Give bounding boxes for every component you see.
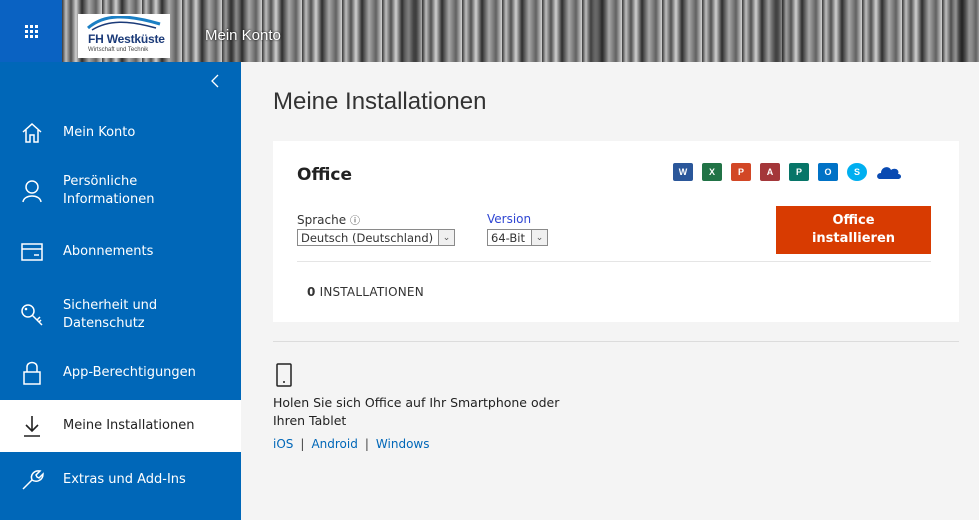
mobile-promo-text: Holen Sie sich Office auf Ihr Smartphone…: [273, 395, 560, 428]
publisher-icon: P: [789, 163, 809, 181]
sidebar-item-extras-und-add-ins[interactable]: Extras und Add-Ins: [0, 454, 241, 506]
divider: [273, 341, 959, 342]
divider: [297, 261, 931, 262]
lock-icon: [20, 361, 44, 385]
sidebar-item-mein-konto[interactable]: Mein Konto: [0, 107, 241, 159]
outlook-icon: O: [818, 163, 838, 181]
onedrive-icon: [876, 163, 902, 181]
office-card: Office W X P A P O S Sprache ⓘ Deutsch (…: [273, 141, 959, 322]
waffle-icon: [24, 24, 38, 38]
link-windows[interactable]: Windows: [376, 437, 430, 451]
sidebar-item-label: App-Berechtigungen: [63, 365, 196, 380]
key-icon: [20, 303, 44, 327]
wrench-icon: [20, 468, 44, 492]
download-icon: [20, 414, 44, 438]
language-label: Sprache ⓘ: [297, 213, 360, 227]
logo-swoosh-icon: [87, 16, 161, 31]
collapse-sidebar-button[interactable]: [203, 74, 227, 98]
sidebar-item-label: Persönliche Informationen: [63, 174, 155, 207]
install-office-button[interactable]: Office installieren: [776, 206, 931, 254]
sidebar-item-persoenliche-informationen[interactable]: Persönliche Informationen: [0, 163, 241, 219]
logo-subtitle: Wirtschaft und Technik: [88, 47, 149, 53]
sidebar-item-sicherheit-und-datenschutz[interactable]: Sicherheit und Datenschutz: [0, 285, 241, 345]
word-icon: W: [673, 163, 693, 181]
link-android[interactable]: Android: [311, 437, 357, 451]
installation-count: 0 INSTALLATIONEN: [307, 285, 424, 299]
sidebar-item-label: Abonnements: [63, 244, 154, 259]
page-title: Meine Installationen: [273, 88, 487, 115]
info-icon[interactable]: ⓘ: [350, 216, 360, 227]
language-select[interactable]: Deutsch (Deutschland) ⌄: [297, 229, 455, 246]
logo-name: FH Westküste: [88, 32, 165, 46]
person-icon: [20, 179, 44, 203]
version-label: Version: [487, 212, 532, 226]
link-ios[interactable]: iOS: [273, 437, 293, 451]
sidebar-item-app-berechtigungen[interactable]: App-Berechtigungen: [0, 348, 241, 398]
app-title[interactable]: Mein Konto: [205, 27, 281, 44]
home-icon: [20, 121, 44, 145]
sidebar-item-label: Extras und Add-Ins: [63, 472, 186, 487]
organization-logo[interactable]: FH Westküste Wirtschaft und Technik: [78, 14, 170, 58]
sidebar-item-label: Meine Installationen: [63, 418, 195, 433]
skype-icon: S: [847, 163, 867, 181]
sidebar-item-label: Sicherheit und Datenschutz: [63, 298, 158, 331]
app-launcher-button[interactable]: [0, 0, 62, 62]
card-icon: [20, 240, 44, 264]
mobile-links: iOS | Android | Windows: [273, 437, 430, 451]
chevron-left-icon: [211, 74, 219, 88]
powerpoint-icon: P: [731, 163, 751, 181]
version-select[interactable]: 64-Bit ⌄: [487, 229, 548, 246]
card-title: Office: [297, 165, 353, 185]
sidebar-item-abonnements[interactable]: Abonnements: [0, 226, 241, 278]
chevron-down-icon: ⌄: [531, 230, 547, 245]
sidebar-item-label: Mein Konto: [63, 125, 136, 140]
top-header: FH Westküste Wirtschaft und Technik Mein…: [0, 0, 979, 62]
access-icon: A: [760, 163, 780, 181]
excel-icon: X: [702, 163, 722, 181]
sidebar-item-meine-installationen[interactable]: Meine Installationen: [0, 400, 241, 452]
office-app-icons: W X P A P O S: [673, 163, 902, 181]
smartphone-icon: [276, 363, 292, 391]
chevron-down-icon: ⌄: [438, 230, 454, 245]
